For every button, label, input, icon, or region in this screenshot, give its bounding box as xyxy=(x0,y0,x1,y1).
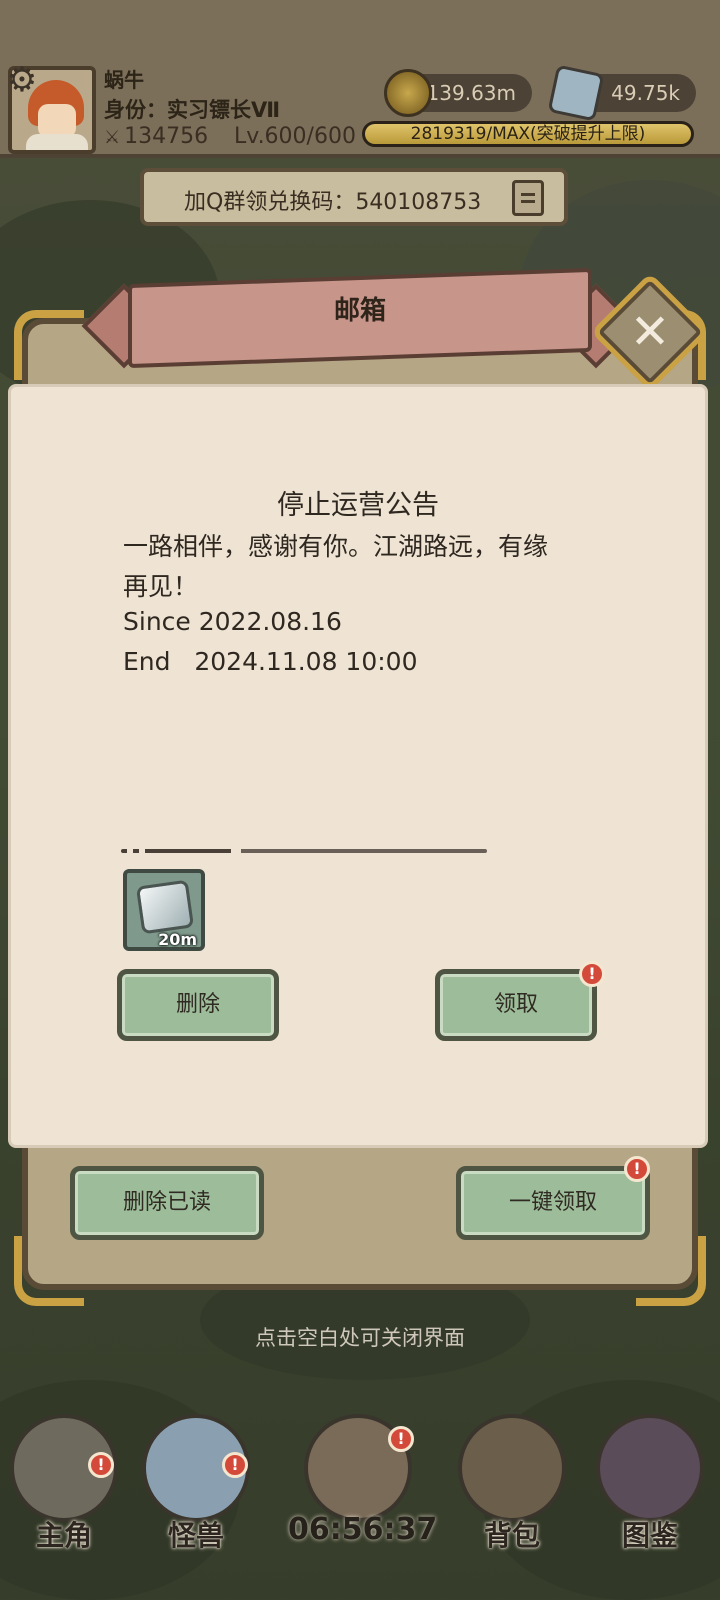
nav-bag[interactable]: 背包 xyxy=(452,1414,572,1564)
claim-all-button[interactable]: 一键领取 xyxy=(456,1166,650,1240)
xp-bar: 2819319/MAX(突破提升上限) xyxy=(362,121,694,147)
coin-icon xyxy=(384,69,432,117)
home-alert-badge: ! xyxy=(388,1426,414,1452)
nav-hero[interactable]: 主角 xyxy=(4,1414,124,1564)
gem-counter[interactable]: 49.75k xyxy=(547,64,696,122)
divider xyxy=(121,849,487,853)
player-title: 身份：实习镖长Ⅶ xyxy=(104,98,281,122)
nav-monster-label: 怪兽 xyxy=(167,1519,224,1552)
gem-icon xyxy=(135,879,195,935)
qq-group-text: 加Q群领兑换码：540108753 xyxy=(184,190,482,215)
notice-line: 一路相伴，感谢有你。江湖路远，有缘 xyxy=(123,532,549,561)
nav-hero-label: 主角 xyxy=(35,1519,92,1552)
claim-all-alert-badge: ! xyxy=(624,1156,650,1182)
gem-value: 49.75k xyxy=(611,81,680,105)
claim-all-label: 一键领取 xyxy=(508,1190,597,1215)
player-level: Lv.600/600 xyxy=(234,124,356,149)
close-hint: 点击空白处可关闭界面 xyxy=(255,1326,465,1350)
xp-text: 2819319/MAX(突破提升上限) xyxy=(410,124,646,144)
claim-alert-badge: ! xyxy=(579,961,605,987)
monster-alert-badge: ! xyxy=(222,1452,248,1478)
nav-codex-label: 图鉴 xyxy=(621,1519,678,1552)
attachment-quantity: 20m xyxy=(158,930,197,949)
delete-button[interactable]: 删除 xyxy=(117,969,279,1041)
nav-bag-label: 背包 xyxy=(483,1519,540,1552)
mail-content-panel: 停止运营公告 一路相伴，感谢有你。江湖路远，有缘 再见！ Since 2022.… xyxy=(8,384,708,1148)
qq-group-banner[interactable]: 加Q群领兑换码：540108753 xyxy=(140,168,568,226)
claim-label: 领取 xyxy=(493,992,538,1017)
mailbox-title: 邮箱 xyxy=(333,296,386,326)
sword-icon: ⚔ xyxy=(104,127,121,148)
nav-monster[interactable]: 怪兽 xyxy=(136,1414,256,1564)
power-value: 134756 xyxy=(124,124,209,149)
countdown-timer: 06:56:37 xyxy=(288,1512,438,1547)
player-power: ⚔ 134756 xyxy=(104,124,208,149)
attachment-gem-item[interactable]: 20m xyxy=(123,869,205,951)
coin-counter[interactable]: 139.63m xyxy=(384,69,532,117)
nav-codex[interactable]: 图鉴 xyxy=(590,1414,710,1564)
close-icon[interactable]: ✕ xyxy=(608,290,692,374)
delete-label: 删除 xyxy=(175,992,220,1017)
notice-end: End 2024.11.08 10:00 xyxy=(123,647,418,676)
copy-icon[interactable] xyxy=(512,180,544,216)
notice-since: Since 2022.08.16 xyxy=(123,607,342,636)
notice-line: 再见！ xyxy=(123,572,199,601)
claim-button[interactable]: 领取 xyxy=(435,969,597,1041)
delete-read-button[interactable]: 删除已读 xyxy=(70,1166,264,1240)
player-name: 蜗牛 xyxy=(104,68,144,92)
notice-title: 停止运营公告 xyxy=(277,490,439,521)
player-header: ⚙ 蜗牛 身份：实习镖长Ⅶ ⚔ 134756 Lv.600/600 139.63m… xyxy=(0,0,720,158)
hero-alert-badge: ! xyxy=(88,1452,114,1478)
coin-value: 139.63m xyxy=(426,81,516,105)
codex-book-icon xyxy=(596,1414,704,1522)
delete-read-label: 删除已读 xyxy=(122,1190,211,1215)
backpack-icon xyxy=(458,1414,566,1522)
gem-icon xyxy=(547,64,605,122)
settings-gear-icon[interactable]: ⚙ xyxy=(4,62,40,98)
